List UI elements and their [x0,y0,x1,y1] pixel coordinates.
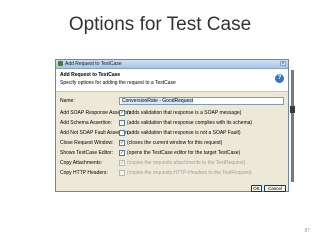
option-checkbox: ✓ [119,160,125,166]
name-label: Name: [60,98,75,104]
close-icon[interactable]: × [280,61,286,67]
name-field[interactable]: ConversionRate - GoodRequest [119,97,284,105]
header-subtitle: Specify options for adding the request t… [60,80,176,86]
option-label: Shows TestCase Editor: [60,150,113,156]
scrollbar-thumb[interactable] [290,106,295,113]
option-description: (adds validation that response complies … [127,120,253,126]
option-label: Copy HTTP Headers: [60,170,108,176]
option-description: (closes the current window for this requ… [127,140,223,146]
option-label: Close Request Window: [60,140,114,146]
header-title: Add Request to TestCase [60,72,121,78]
dialog-titlebar[interactable]: Add Request to TestCase × [56,60,288,69]
option-label: Copy Attachments: [60,160,102,166]
option-description: (opens the TestCase editor for the targe… [127,150,241,156]
name-value: ConversionRate - GoodRequest [122,98,194,104]
option-checkbox[interactable]: ✓ [119,140,125,146]
ok-button[interactable]: OK [251,185,262,192]
option-description: (copies the requests attachments to the … [127,160,246,166]
option-checkbox[interactable] [119,130,125,136]
page-number: 87 [304,228,310,234]
cancel-button[interactable]: Cancel [264,185,286,192]
add-request-dialog: Add Request to TestCase × Add Request to… [55,59,289,192]
dialog-header: Add Request to TestCase Specify options … [56,69,288,92]
option-checkbox [119,170,125,176]
dialog-title: Add Request to TestCase [65,61,122,67]
option-description: (adds validation that response is a SOAP… [127,110,242,116]
option-label: Add Schema Assertion: [60,120,112,126]
option-checkbox[interactable]: ✓ [119,110,125,116]
option-description: (copies the requests HTTP-Headers to the… [127,170,252,176]
scrollbar[interactable] [290,70,295,182]
app-icon [58,61,63,66]
slide-title: Options for Test Case [68,14,252,35]
option-checkbox[interactable]: ✓ [119,150,125,156]
help-icon[interactable]: ? [275,74,284,83]
option-checkbox[interactable] [119,120,125,126]
option-description: (adds validation that response is not a … [127,130,241,136]
